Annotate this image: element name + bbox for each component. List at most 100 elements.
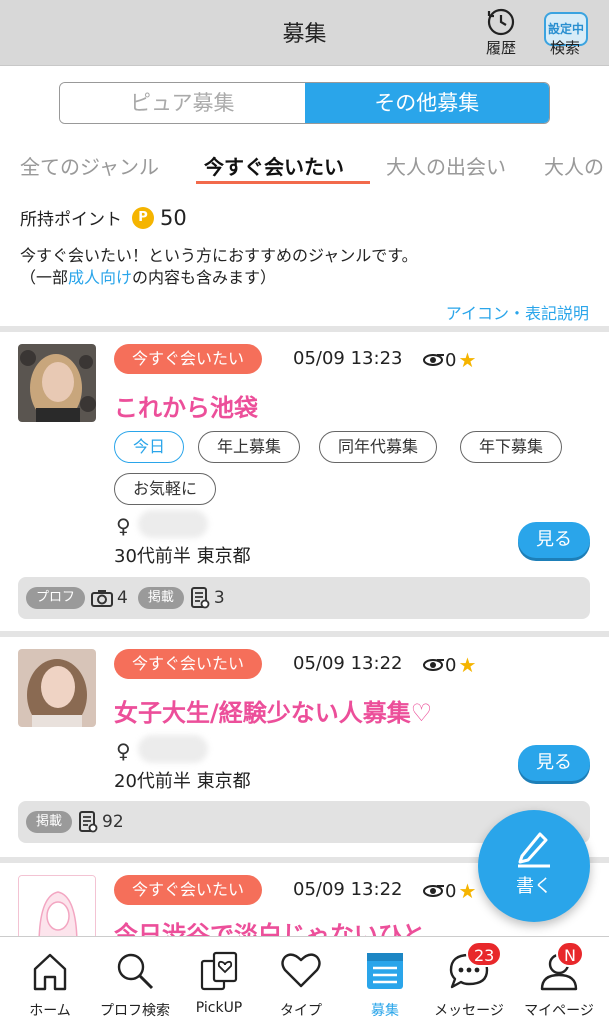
nav-type[interactable]: タイプ (262, 937, 340, 1024)
clock-icon (487, 8, 515, 36)
photo-cards-icon (200, 951, 238, 991)
tag-casual: お気軽に (114, 473, 217, 505)
points-row: 所持ポイント P 50 (20, 205, 187, 231)
post-date: 05/09 13:22 (293, 879, 403, 900)
points-label: 所持ポイント (20, 210, 122, 230)
post-date: 05/09 13:23 (293, 348, 403, 369)
eye-icon (423, 659, 444, 671)
favorite-star-icon[interactable]: ★ (458, 348, 476, 372)
description-line2: （一部成人向けの内容も含みます） (20, 267, 590, 289)
avatar[interactable] (18, 875, 96, 936)
view-count-value: 0 (445, 349, 457, 371)
view-count: 0 ★ (423, 879, 476, 903)
document-icon (190, 587, 210, 609)
view-count-value: 0 (445, 880, 457, 902)
segment-other[interactable]: その他募集 (304, 83, 549, 123)
default-avatar-icon (19, 876, 95, 936)
tag-older: 年上募集 (198, 431, 301, 463)
adult-content-link[interactable]: 成人向け (68, 268, 132, 287)
favorite-star-icon[interactable]: ★ (458, 653, 476, 677)
new-badge: N (556, 941, 584, 967)
point-coin-icon: P (132, 206, 154, 229)
history-label: 履歴 (485, 39, 516, 57)
eye-icon (423, 354, 444, 366)
camera-icon (91, 589, 114, 607)
heart-icon (281, 953, 321, 988)
nav-pickup[interactable]: PickUP (180, 937, 258, 1024)
post-count: 3 (213, 588, 225, 608)
search-button[interactable]: 設定中 検索 (537, 4, 593, 62)
recruit-type-segment: ピュア募集 その他募集 (59, 82, 550, 124)
nav-label: タイプ (280, 1003, 322, 1019)
view-count: 0 ★ (423, 348, 476, 372)
home-icon (33, 953, 67, 991)
write-post-button[interactable]: 書く (478, 810, 590, 922)
nav-profile-search[interactable]: プロフ検索 (92, 937, 178, 1024)
profile-pill: プロフ (26, 587, 86, 609)
view-button[interactable]: 見る (518, 522, 590, 558)
posted-pill: 掲載 (26, 811, 73, 833)
segment-pure[interactable]: ピュア募集 (60, 83, 305, 123)
post-title[interactable]: 今日渋谷で淡白じゃないひと (114, 915, 425, 936)
post-title[interactable]: 女子大生/経験少ない人募集♡ (114, 693, 432, 728)
tab-adult-meet[interactable]: 大人の出会い (386, 151, 506, 180)
description-pre: （一部 (20, 268, 69, 287)
photo-count: 4 (117, 588, 128, 608)
view-count: 0 ★ (423, 653, 476, 677)
nav-label: 募集 (371, 1003, 399, 1019)
tab-all-genres[interactable]: 全てのジャンル (20, 151, 159, 180)
post-count: 92 (102, 812, 124, 832)
history-button[interactable]: 履歴 (473, 4, 529, 62)
nav-label: プロフ検索 (100, 1003, 170, 1019)
gender-icon: ♀ (116, 514, 131, 538)
post-card[interactable]: 今すぐ会いたい 05/09 13:23 0 ★ これから池袋 今日 年上募集 同… (0, 332, 609, 631)
nav-message[interactable]: 23 メッセージ (428, 937, 510, 1024)
active-tab-indicator (196, 181, 370, 184)
nav-label: PickUP (195, 1000, 243, 1016)
tab-want-to-meet-now[interactable]: 今すぐ会いたい (204, 151, 344, 180)
bottom-nav: ホーム プロフ検索 PickUP タイプ 募集 23 メッセージ N マイページ (0, 936, 609, 1024)
genre-badge: 今すぐ会いたい (114, 649, 263, 679)
list-board-icon (367, 953, 403, 989)
eye-icon (423, 885, 444, 897)
app-header: 募集 履歴 設定中 検索 (0, 0, 609, 66)
avatar[interactable] (18, 649, 96, 727)
nav-recruit[interactable]: 募集 (346, 937, 424, 1024)
description-post: の内容も含みます） (132, 268, 277, 287)
avatar[interactable] (18, 344, 96, 422)
tab-adult-partial[interactable]: 大人の (544, 151, 604, 180)
view-button[interactable]: 見る (518, 745, 590, 781)
genre-description: 今すぐ会いたい！という方におすすめのジャンルです。 （一部成人向けの内容も含みま… (20, 245, 590, 289)
message-count-badge: 23 (466, 941, 503, 967)
pen-icon (518, 832, 550, 868)
age-area: 20代前半 東京都 (114, 771, 251, 792)
points-value: 50 (160, 205, 187, 230)
genre-badge: 今すぐ会いたい (114, 344, 263, 374)
nav-label: メッセージ (434, 1003, 504, 1019)
post-stats: プロフ 4 掲載 3 (18, 577, 590, 619)
tag-today: 今日 (114, 431, 185, 463)
posted-pill: 掲載 (137, 587, 184, 609)
nav-label: ホーム (29, 1003, 71, 1019)
genre-badge: 今すぐ会いたい (114, 875, 263, 905)
post-date: 05/09 13:22 (293, 653, 403, 674)
tag-same-age: 同年代募集 (319, 431, 438, 463)
avatar-photo-icon (18, 344, 96, 422)
magnifier-icon (117, 953, 154, 990)
nav-mypage[interactable]: N マイページ (518, 937, 600, 1024)
icon-legend-link[interactable]: アイコン・表記説明 (446, 300, 589, 324)
document-icon (78, 811, 98, 833)
gender-icon: ♀ (116, 739, 131, 763)
write-label: 書く (516, 876, 552, 897)
avatar-photo-icon (18, 649, 96, 727)
tag-younger: 年下募集 (460, 431, 563, 463)
blurred-name (138, 510, 208, 538)
nav-home[interactable]: ホーム (10, 937, 90, 1024)
age-area: 30代前半 東京都 (114, 546, 251, 567)
blurred-name (138, 735, 208, 763)
genre-tabs: 全てのジャンル 今すぐ会いたい 大人の出会い 大人の (0, 145, 609, 185)
favorite-star-icon[interactable]: ★ (458, 879, 476, 903)
search-label: 検索 (549, 39, 580, 57)
description-line1: 今すぐ会いたい！という方におすすめのジャンルです。 (20, 246, 418, 265)
post-title[interactable]: これから池袋 (114, 388, 258, 423)
